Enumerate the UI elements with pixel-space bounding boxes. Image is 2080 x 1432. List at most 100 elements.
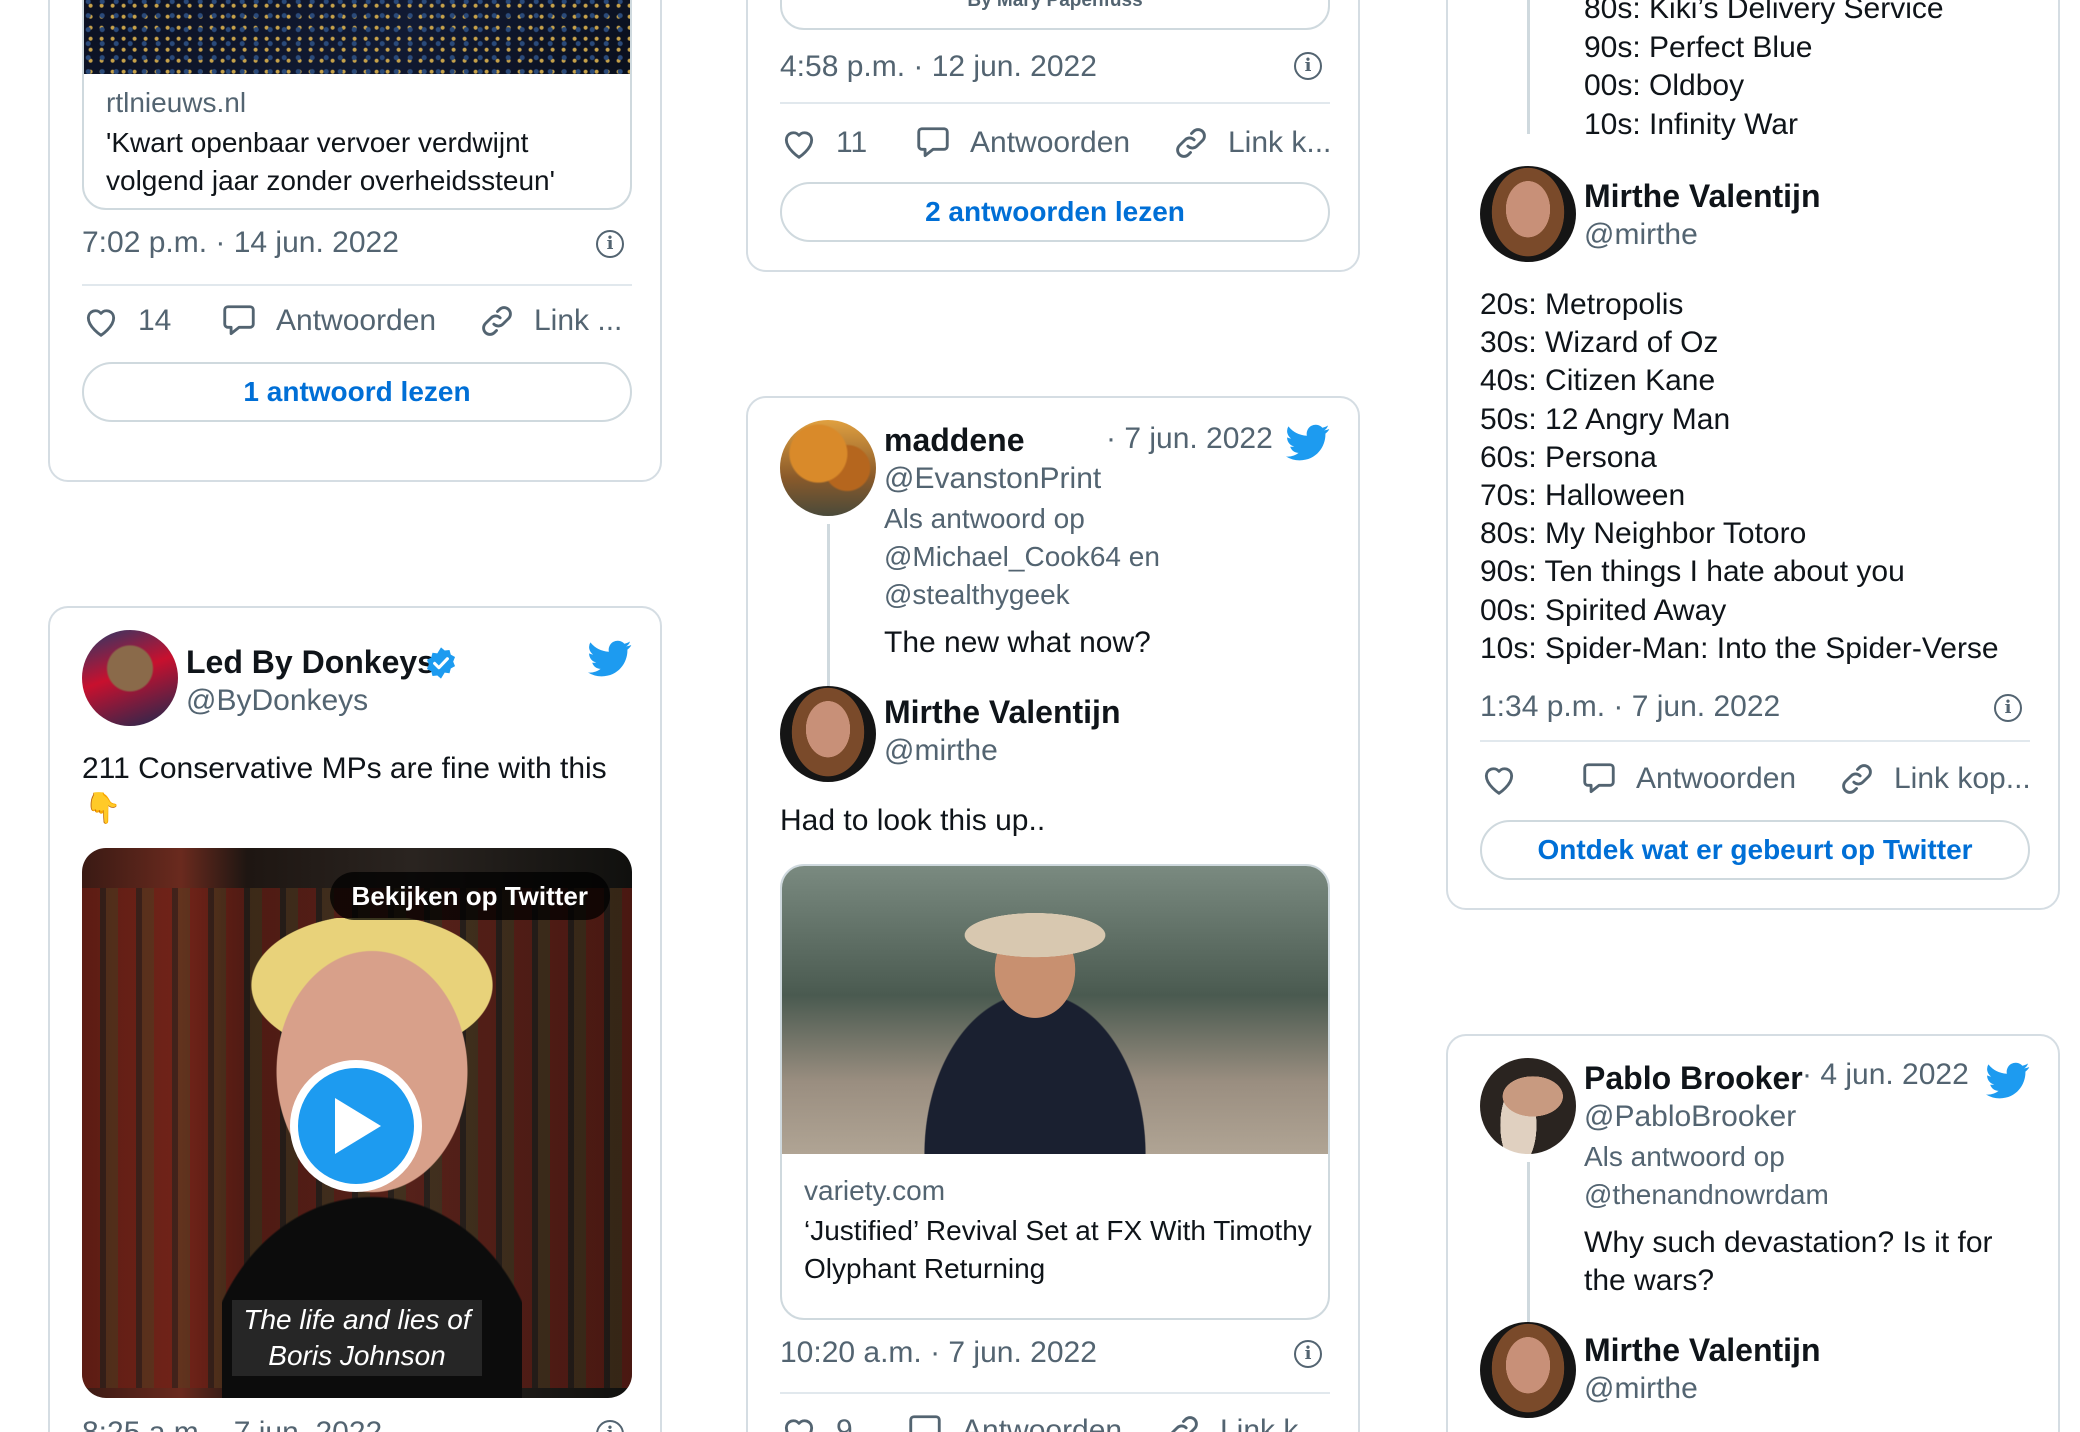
like-button[interactable]: 9 [780, 1412, 853, 1432]
reply-button[interactable]: Antwoorden [220, 302, 436, 340]
link-domain: rtlnieuws.nl [106, 87, 247, 118]
article-byline: By Mary Papenfuss [967, 0, 1143, 11]
like-button[interactable] [1480, 760, 1518, 798]
tweet-date[interactable]: · 7 jun. 2022 [1106, 420, 1273, 458]
reply-author-name[interactable]: Mirthe Valentijn [884, 692, 1120, 732]
watch-on-twitter-label[interactable]: Bekijken op Twitter [329, 872, 610, 920]
copy-link-label: Link k... [1220, 1414, 1324, 1432]
link-preview-card[interactable]: By Mary Papenfuss [780, 0, 1330, 30]
author-handle[interactable]: @ByDonkeys [186, 682, 368, 720]
info-icon[interactable]: i [1294, 1340, 1322, 1368]
tweet-timestamp[interactable]: 8:25 a.m. · 7 jun. 2022 [82, 1414, 382, 1432]
copy-link-button[interactable]: Link ... [478, 302, 622, 340]
twitter-bird-icon[interactable] [1286, 420, 1330, 464]
like-count: 14 [138, 304, 172, 337]
reply-author-handle[interactable]: @mirthe [1584, 1370, 1698, 1408]
divider [1480, 740, 2030, 742]
tweet-date[interactable]: · 4 jun. 2022 [1802, 1056, 1969, 1094]
divider [780, 102, 1330, 104]
avatar[interactable] [1480, 1058, 1576, 1154]
link-icon [1172, 124, 1210, 162]
link-title: ‘Justified’ Revival Set at FX With Timot… [804, 1215, 1312, 1284]
movie-list-item: 90s: Perfect Blue [1584, 30, 1813, 64]
reply-bubble-icon [906, 1412, 944, 1432]
reply-button[interactable]: Antwoorden [906, 1412, 1122, 1432]
tweet-text: Why such devastation? Is it for the wars… [1584, 1226, 1993, 1297]
reply-label: Antwoorden [1636, 762, 1797, 795]
author-handle[interactable]: @EvanstonPrint [884, 460, 1101, 498]
author-name[interactable]: maddene [884, 420, 1024, 460]
movie-list-item: 90s: Ten things I hate about you [1480, 555, 1905, 589]
avatar[interactable] [1480, 1322, 1576, 1418]
tweet-timestamp[interactable]: 1:34 p.m. · 7 jun. 2022 [1480, 688, 1780, 726]
link-preview-card[interactable]: variety.com ‘Justified’ Revival Set at F… [780, 864, 1330, 1320]
link-icon [1838, 760, 1876, 798]
heart-icon [82, 302, 120, 340]
author-name[interactable]: Pablo Brooker [1584, 1058, 1803, 1098]
read-replies-button[interactable]: 1 antwoord lezen [82, 362, 632, 422]
info-icon[interactable]: i [596, 1420, 624, 1432]
movie-list-item: 00s: Spirited Away [1480, 593, 1727, 627]
tweet-card-led-by-donkeys: Led By Donkeys @ByDonkeys 211 Conservati… [48, 606, 662, 1432]
copy-link-button[interactable]: Link k... [1164, 1412, 1323, 1432]
copy-link-button[interactable]: Link k... [1172, 124, 1331, 162]
movie-list-item: 30s: Wizard of Oz [1480, 326, 1719, 360]
tweet-timestamp[interactable]: 4:58 p.m. · 12 jun. 2022 [780, 48, 1097, 86]
reply-author-handle[interactable]: @mirthe [884, 732, 998, 770]
copy-link-button[interactable]: Link kop... [1838, 760, 2031, 798]
read-replies-button[interactable]: 2 antwoorden lezen [780, 182, 1330, 242]
reply-label: Antwoorden [962, 1414, 1123, 1432]
author-handle[interactable]: @mirthe [1584, 216, 1698, 254]
heart-icon [780, 1412, 818, 1432]
twitter-bird-icon[interactable] [1986, 1058, 2030, 1102]
video-media[interactable]: Bekijken op Twitter The life and lies of… [82, 848, 632, 1398]
heart-icon [1480, 760, 1518, 798]
movie-list-item: 00s: Oldboy [1584, 69, 1745, 102]
caption-line-2: Boris Johnson [268, 1340, 446, 1371]
avatar[interactable] [780, 686, 876, 782]
movie-list-item: 20s: Metropolis [1480, 288, 1684, 321]
heart-icon [780, 124, 818, 162]
reply-button[interactable]: Antwoorden [1580, 760, 1796, 798]
quoted-movie-list: 80s: Kiki’s Delivery Service 90s: Perfec… [1584, 0, 1944, 144]
reply-bubble-icon [1580, 760, 1618, 798]
author-name[interactable]: Led By Donkeys [186, 642, 435, 682]
reply-to-line-1: Als antwoord op [1584, 1141, 1785, 1172]
divider [780, 1392, 1330, 1394]
tweet-card-maddene: maddene · 7 jun. 2022 @EvanstonPrint Als… [746, 396, 1360, 1432]
reply-button[interactable]: Antwoorden [914, 124, 1130, 162]
thread-line [1527, 1162, 1530, 1332]
copy-link-label: Link k... [1228, 126, 1332, 159]
copy-link-label: Link ... [534, 304, 623, 337]
link-preview-card[interactable]: rtlnieuws.nl 'Kwart openbaar vervoer ver… [82, 0, 632, 210]
discover-twitter-button[interactable]: Ontdek wat er gebeurt op Twitter [1480, 820, 2030, 880]
like-count: 9 [836, 1414, 853, 1432]
tweet-timestamp[interactable]: 10:20 a.m. · 7 jun. 2022 [780, 1334, 1097, 1372]
reply-author-name[interactable]: Mirthe Valentijn [1584, 1330, 1820, 1370]
pointing-down-emoji: 👇 [84, 792, 122, 825]
reply-to-mentions[interactable]: @thenandnowrdam [1584, 1176, 1829, 1214]
play-button[interactable] [290, 1060, 422, 1192]
reply-text: Had to look this up.. [780, 804, 1046, 837]
info-icon[interactable]: i [1994, 694, 2022, 722]
movie-list: 20s: Metropolis 30s: Wizard of Oz 40s: C… [1480, 286, 1999, 668]
info-icon[interactable]: i [1294, 52, 1322, 80]
avatar[interactable] [1480, 166, 1576, 262]
reply-to-mentions[interactable]: @stealthygeek [884, 576, 1160, 614]
reply-to-mentions[interactable]: @Michael_Cook64 en [884, 538, 1160, 576]
avatar[interactable] [780, 420, 876, 516]
reply-to-label: Als antwoord op @Michael_Cook64 en @stea… [884, 500, 1160, 614]
like-button[interactable]: 14 [82, 302, 171, 340]
author-name[interactable]: Mirthe Valentijn [1584, 176, 1820, 216]
reply-bubble-icon [914, 124, 952, 162]
avatar[interactable] [82, 630, 178, 726]
caption-line-1: The life and lies of [243, 1304, 471, 1335]
author-handle[interactable]: @PabloBrooker [1584, 1098, 1796, 1136]
link-icon [1164, 1412, 1202, 1432]
info-icon[interactable]: i [596, 230, 624, 258]
twitter-bird-icon[interactable] [588, 636, 632, 680]
like-button[interactable]: 11 [780, 124, 867, 162]
tweet-card-mirthe-movies: 80s: Kiki’s Delivery Service 90s: Perfec… [1446, 0, 2060, 910]
tweet-card-pablo-brooker: Pablo Brooker · 4 jun. 2022 @PabloBrooke… [1446, 1034, 2060, 1432]
tweet-timestamp[interactable]: 7:02 p.m. · 14 jun. 2022 [82, 224, 399, 262]
